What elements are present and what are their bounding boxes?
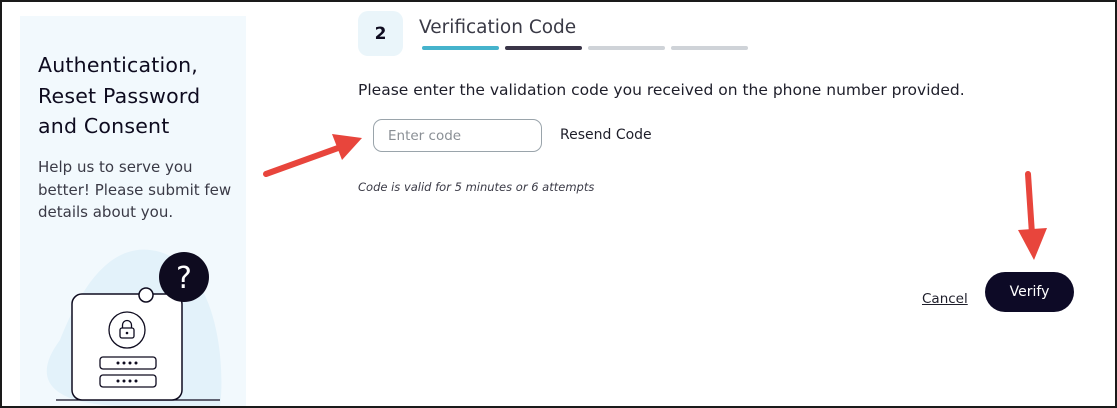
step-number-badge: 2 <box>358 11 403 56</box>
annotation-arrow-icon <box>263 134 362 177</box>
code-validity-note: Code is valid for 5 minutes or 6 attempt… <box>358 180 595 194</box>
cancel-link[interactable]: Cancel <box>922 291 968 307</box>
question-mark-icon: ? <box>159 252 209 302</box>
page-frame: Authentication, Reset Password and Conse… <box>0 0 1117 408</box>
progress-segment-1 <box>422 46 499 50</box>
instruction-text: Please enter the validation code you rec… <box>358 81 965 99</box>
annotation-arrow-icon <box>1018 171 1047 260</box>
svg-text:?: ? <box>176 261 192 296</box>
info-sidebar: Authentication, Reset Password and Conse… <box>20 16 246 406</box>
verify-button[interactable]: Verify <box>985 272 1074 312</box>
step-title: Verification Code <box>419 17 577 38</box>
lock-icon <box>108 311 146 349</box>
progress-segment-4 <box>671 46 748 50</box>
progress-segment-3 <box>588 46 665 50</box>
authentication-illustration: ? <box>46 249 222 406</box>
resend-code-link[interactable]: Resend Code <box>560 127 652 143</box>
verification-code-input[interactable] <box>373 119 542 152</box>
progress-segment-2 <box>505 46 582 50</box>
sidebar-subtitle: Help us to serve you better! Please subm… <box>38 158 232 221</box>
sidebar-title: Authentication, Reset Password and Conse… <box>38 53 201 138</box>
